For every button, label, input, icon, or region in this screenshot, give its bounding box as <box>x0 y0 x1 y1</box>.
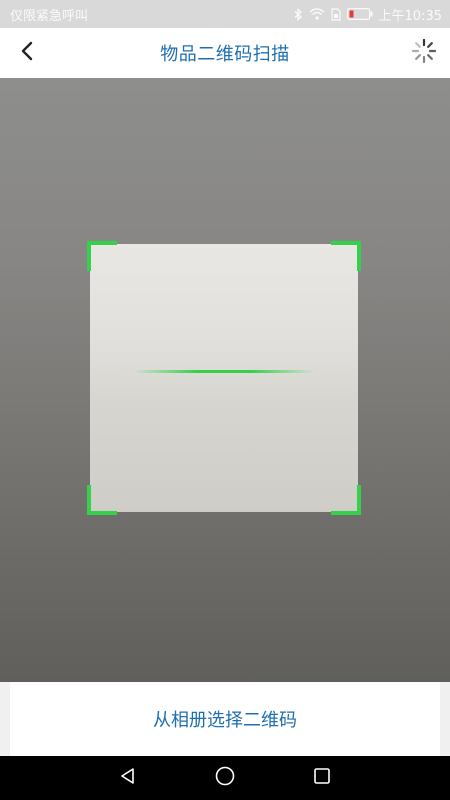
carrier-text: 仅限紧急呼叫 <box>10 8 89 24</box>
bluetooth-icon <box>294 7 303 21</box>
battery-icon <box>346 8 373 20</box>
sim-icon <box>330 7 341 21</box>
page-title: 物品二维码扫描 <box>160 44 290 65</box>
loading-spinner-icon <box>411 38 437 68</box>
back-button[interactable] <box>12 38 42 68</box>
scanner-screen: 仅限紧急呼叫 上午10:35 物品二维码扫描 从相册选择二维码 <box>0 0 450 800</box>
navigation-bar <box>0 756 450 800</box>
nav-home-button[interactable] <box>210 763 240 793</box>
recents-square-icon <box>312 766 332 790</box>
scan-corner-bottom-left <box>87 485 117 515</box>
scan-line <box>134 370 314 373</box>
nav-back-button[interactable] <box>113 763 143 793</box>
loading-indicator[interactable] <box>410 38 438 68</box>
scan-frame <box>87 241 361 515</box>
title-bar: 物品二维码扫描 <box>0 28 450 78</box>
scan-corner-top-left <box>87 241 117 271</box>
scan-corner-bottom-right <box>331 485 361 515</box>
camera-preview <box>0 78 450 682</box>
album-area: 从相册选择二维码 <box>0 682 450 756</box>
select-from-album-button[interactable]: 从相册选择二维码 <box>10 682 440 756</box>
status-icons: 上午10:35 <box>294 5 442 24</box>
home-circle-icon <box>214 765 236 791</box>
scan-corner-top-right <box>331 241 361 271</box>
wifi-icon <box>309 8 325 20</box>
nav-recents-button[interactable] <box>307 763 337 793</box>
status-bar: 仅限紧急呼叫 上午10:35 <box>0 0 450 28</box>
status-time: 上午10:35 <box>378 8 442 24</box>
chevron-left-icon <box>20 41 34 65</box>
back-triangle-icon <box>118 766 138 790</box>
